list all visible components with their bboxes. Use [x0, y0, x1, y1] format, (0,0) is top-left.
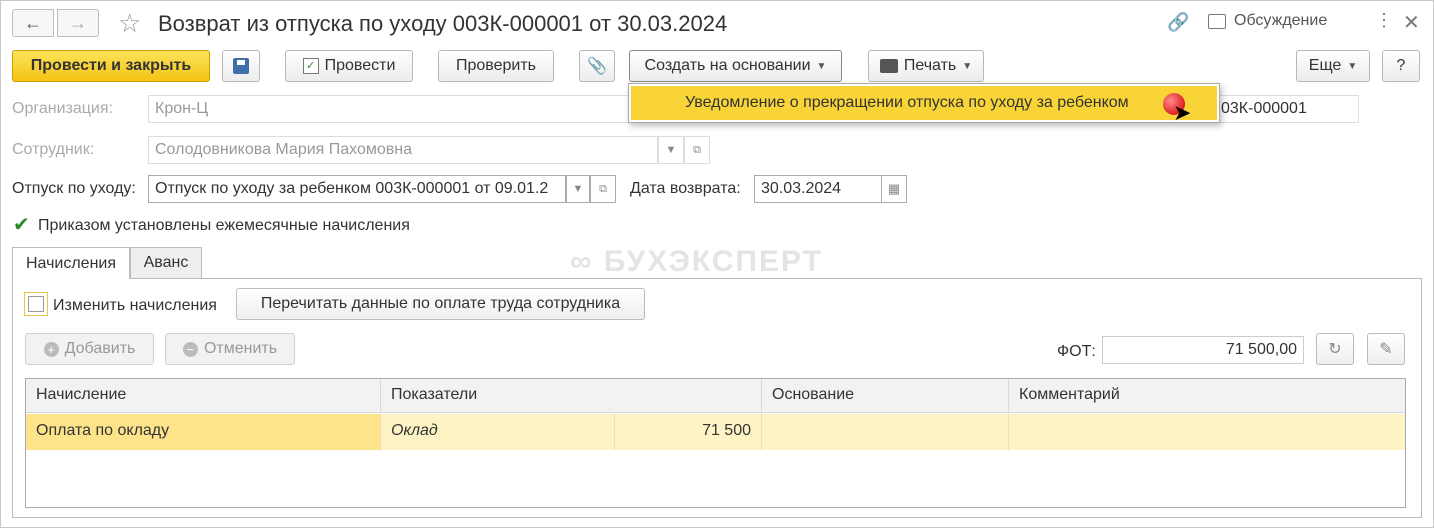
table-cell-indicator[interactable]: Оклад: [381, 414, 615, 450]
paperclip-icon: 📎: [587, 58, 607, 75]
discussion-label: Обсуждение: [1234, 12, 1328, 29]
open-window-icon: ⧉: [693, 143, 701, 156]
table-cell-basis[interactable]: [762, 414, 1009, 450]
forward-button[interactable]: →: [57, 9, 99, 37]
calendar-icon: ▦: [887, 181, 901, 196]
arrow-left-icon: ←: [24, 12, 42, 33]
leave-label: Отпуск по уходу:: [12, 180, 136, 197]
mouse-pointer-icon: ➤: [1173, 100, 1192, 125]
more-vertical-icon[interactable]: ⋮: [1375, 10, 1393, 31]
column-header-comment[interactable]: Комментарий: [1009, 379, 1405, 413]
return-date-field[interactable]: 30.03.2024: [754, 175, 882, 203]
tab-advance[interactable]: Аванс: [130, 247, 202, 279]
table-cell-indicator-value[interactable]: 71 500: [615, 414, 762, 450]
refresh-button[interactable]: ↻: [1316, 333, 1354, 365]
monthly-accruals-label: Приказом установлены ежемесячные начисле…: [38, 217, 410, 234]
leave-open[interactable]: ⧉: [590, 175, 616, 203]
more-button[interactable]: Еще ▼: [1296, 50, 1370, 82]
return-date-label: Дата возврата:: [630, 180, 741, 197]
reread-data-button[interactable]: Перечитать данные по оплате труда сотруд…: [236, 288, 645, 320]
more-label: Еще: [1308, 57, 1342, 74]
check-button[interactable]: Проверить: [438, 50, 554, 82]
print-button[interactable]: Печать ▼: [868, 50, 984, 82]
watermark: ∞ БУХЭКСПЕРТ: [570, 245, 823, 279]
document-number-field: 03К-000001: [1214, 95, 1359, 123]
add-button-label: Добавить: [64, 340, 136, 357]
employee-field: Солодовникова Мария Пахомовна: [148, 136, 658, 164]
glasses-logo-icon: ∞: [570, 245, 594, 278]
minus-icon: −: [182, 341, 198, 357]
chat-icon: [1208, 13, 1226, 29]
post-and-close-button[interactable]: Провести и закрыть: [12, 50, 210, 82]
calendar-button[interactable]: ▦: [881, 175, 907, 203]
add-button: + Добавить: [25, 333, 154, 365]
organization-field: Крон-Ц: [148, 95, 630, 123]
save-button[interactable]: [222, 50, 260, 82]
print-label: Печать: [903, 57, 957, 74]
change-accruals-checkbox[interactable]: [24, 292, 48, 316]
watermark-text: БУХЭКСПЕРТ: [603, 245, 823, 278]
tab-accruals[interactable]: Начисления: [12, 247, 130, 279]
chevron-down-icon: ▼: [572, 183, 584, 195]
monthly-accruals-checkbox[interactable]: ✔: [13, 214, 31, 236]
pencil-icon: ✎: [1379, 341, 1393, 358]
chevron-down-icon: ▼: [962, 60, 973, 72]
employee-dropdown: ▼: [658, 136, 684, 164]
table-cell-accrual[interactable]: Оплата по окладу: [26, 414, 381, 450]
window-title: Возврат из отпуска по уходу 003К-000001 …: [158, 11, 728, 36]
post-button[interactable]: ✓ Провести: [285, 50, 413, 82]
create-based-on-menu: Уведомление о прекращении отпуска по ухо…: [628, 83, 1220, 123]
accruals-table: Начисление Показатели Основание Коммента…: [25, 378, 1406, 508]
create-based-on-label: Создать на основании: [644, 57, 811, 74]
floppy-icon: [233, 58, 249, 74]
table-cell-comment[interactable]: [1009, 414, 1405, 450]
post-document-icon: ✓: [302, 58, 319, 74]
leave-field[interactable]: Отпуск по уходу за ребенком 003К-000001 …: [148, 175, 566, 203]
plus-icon: +: [43, 341, 59, 357]
column-header-accrual[interactable]: Начисление: [26, 379, 381, 413]
link-icon[interactable]: 🔗: [1167, 12, 1189, 33]
post-button-label: Провести: [324, 57, 396, 74]
refresh-icon: ↻: [1328, 341, 1342, 358]
chevron-down-icon: ▼: [665, 144, 677, 156]
column-header-basis[interactable]: Основание: [762, 379, 1009, 413]
help-button[interactable]: ?: [1382, 50, 1420, 82]
change-accruals-label: Изменить начисления: [53, 297, 217, 314]
cancel-button-label: Отменить: [203, 340, 278, 357]
chevron-down-icon: ▼: [1347, 60, 1358, 72]
leave-dropdown[interactable]: ▼: [566, 175, 590, 203]
arrow-right-icon: →: [69, 12, 87, 33]
fot-label: ФОТ:: [1057, 343, 1096, 360]
cancel-button: − Отменить: [165, 333, 295, 365]
printer-icon: [879, 59, 898, 73]
back-button[interactable]: ←: [12, 9, 54, 37]
create-based-on-button[interactable]: Создать на основании ▼: [629, 50, 842, 82]
fot-field: 71 500,00: [1102, 336, 1304, 364]
favorite-star-icon[interactable]: ☆: [118, 8, 141, 38]
open-window-icon: ⧉: [599, 182, 607, 195]
close-icon[interactable]: ✕: [1403, 10, 1420, 35]
checkmark-icon: ✔: [13, 214, 30, 236]
column-header-indicators[interactable]: Показатели: [381, 379, 762, 413]
chevron-down-icon: ▼: [816, 60, 827, 72]
employee-label: Сотрудник:: [12, 141, 95, 158]
attach-button[interactable]: 📎: [579, 50, 615, 82]
employee-open: ⧉: [684, 136, 710, 164]
menu-item-leave-termination-notice[interactable]: Уведомление о прекращении отпуска по ухо…: [631, 86, 1217, 120]
edit-button[interactable]: ✎: [1367, 333, 1405, 365]
organization-label: Организация:: [12, 100, 113, 117]
discussion-button[interactable]: Обсуждение: [1208, 12, 1327, 30]
